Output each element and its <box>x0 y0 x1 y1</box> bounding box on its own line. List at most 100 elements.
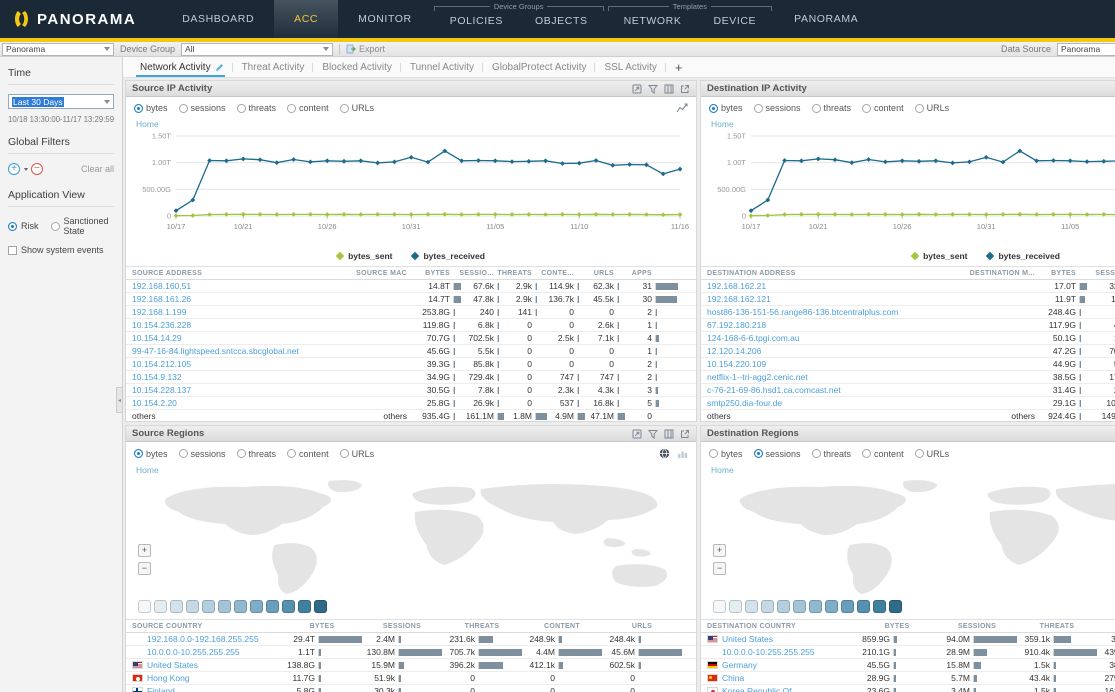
nav-item-device[interactable]: DEVICE <box>697 14 772 38</box>
color-scale-swatch[interactable] <box>154 600 167 613</box>
legend-item-bytes-sent[interactable]: bytes_sent <box>337 251 392 261</box>
row-link[interactable]: 192.168.161.26 <box>132 294 191 304</box>
color-scale-swatch[interactable] <box>266 600 279 613</box>
nav-item-network[interactable]: NETWORK <box>608 14 698 38</box>
row-link[interactable]: Hong Kong <box>147 673 190 683</box>
row-link[interactable]: 10.154.236.228 <box>132 320 191 330</box>
home-breadcrumb-link[interactable]: Home <box>126 117 696 130</box>
row-link[interactable]: 192.168.162.121 <box>707 294 771 304</box>
row-link[interactable]: 10.154.228.137 <box>132 385 191 395</box>
table-view-icon[interactable] <box>664 429 674 439</box>
color-scale-swatch[interactable] <box>218 600 231 613</box>
popout-icon[interactable] <box>680 84 690 94</box>
color-scale-swatch[interactable] <box>170 600 183 613</box>
globe-icon[interactable] <box>659 448 670 459</box>
map-zoom-in-button[interactable]: + <box>138 544 151 557</box>
row-link[interactable]: China <box>722 673 744 683</box>
row-link[interactable]: Finland <box>147 686 175 692</box>
tab-network-activity[interactable]: Network Activity <box>131 57 233 77</box>
row-link[interactable]: 192.168.1.199 <box>132 307 186 317</box>
risk-radio[interactable] <box>8 222 17 231</box>
row-link[interactable]: United States <box>147 660 198 670</box>
row-link[interactable]: netflix-1--tri-agg2.cenic.net <box>707 372 808 382</box>
color-scale-swatch[interactable] <box>761 600 774 613</box>
column-header-source-address[interactable]: SOURCE ADDRESS <box>132 270 337 277</box>
metric-radio-threats[interactable]: threats <box>237 103 277 113</box>
row-link[interactable]: 10.0.0.0-10.255.255.255 <box>722 647 815 657</box>
table-view-icon[interactable] <box>664 84 674 94</box>
metric-radio-urls[interactable]: URLs <box>340 103 375 113</box>
column-header-bytes[interactable]: BYTES <box>407 270 467 277</box>
metric-radio-sessions[interactable]: sessions <box>754 449 801 459</box>
column-header-sessio[interactable]: SESSIO... <box>1093 270 1115 277</box>
legend-item-bytes-received[interactable]: bytes_received <box>412 251 484 261</box>
row-link[interactable]: 10.154.2.20 <box>132 398 177 408</box>
add-filter-button[interactable]: + <box>8 163 20 175</box>
nav-item-dashboard[interactable]: DASHBOARD <box>162 0 274 38</box>
metric-radio-sessions[interactable]: sessions <box>179 103 226 113</box>
world-map[interactable]: +− <box>128 476 694 596</box>
column-header-source-country[interactable]: SOURCE COUNTRY <box>132 623 282 630</box>
metric-radio-sessions[interactable]: sessions <box>754 103 801 113</box>
color-scale-swatch[interactable] <box>729 600 742 613</box>
nav-item-panorama[interactable]: PANORAMA <box>774 0 878 38</box>
row-link[interactable]: 67.192.180.218 <box>707 320 766 330</box>
data-source-select[interactable]: Panorama <box>1057 43 1115 56</box>
row-link[interactable]: 10.154.220.109 <box>707 359 766 369</box>
row-link[interactable]: Korea Republic Of <box>722 686 791 692</box>
metric-radio-content[interactable]: content <box>862 103 904 113</box>
home-breadcrumb-link[interactable]: Home <box>701 463 1115 476</box>
column-header-apps[interactable]: APPS <box>631 270 679 277</box>
app-logo[interactable]: PANORAMA <box>0 0 162 38</box>
row-link[interactable]: 192.168.160.51 <box>132 281 191 291</box>
time-range-select[interactable]: Last 30 Days <box>8 94 114 109</box>
color-scale-swatch[interactable] <box>713 600 726 613</box>
row-link[interactable]: 192.168.162.21 <box>707 281 766 291</box>
column-header-urls[interactable]: URLS <box>602 623 682 630</box>
home-breadcrumb-link[interactable]: Home <box>126 463 696 476</box>
column-header-bytes[interactable]: BYTES <box>282 623 362 630</box>
color-scale-swatch[interactable] <box>202 600 215 613</box>
row-link[interactable]: Germany <box>722 660 757 670</box>
tab-globalprotect-activity[interactable]: GlobalProtect Activity <box>483 57 595 77</box>
column-header-destination-m[interactable]: DESTINATION M... <box>955 270 1035 277</box>
column-header-threats[interactable]: THREATS <box>442 623 522 630</box>
filter-icon[interactable] <box>648 84 658 94</box>
tab-threat-activity[interactable]: Threat Activity <box>233 57 314 77</box>
metric-radio-threats[interactable]: threats <box>812 103 852 113</box>
add-tab-button[interactable]: + <box>666 57 692 77</box>
logs-icon[interactable] <box>632 84 642 94</box>
row-link[interactable]: 10.154.9.132 <box>132 372 182 382</box>
tab-ssl-activity[interactable]: SSL Activity <box>595 57 665 77</box>
row-link[interactable]: smtp250.dia-four.de <box>707 398 782 408</box>
row-link[interactable]: 10.0.0.0-10.255.255.255 <box>147 647 240 657</box>
metric-radio-content[interactable]: content <box>287 449 329 459</box>
metric-radio-urls[interactable]: URLs <box>340 449 375 459</box>
color-scale-swatch[interactable] <box>282 600 295 613</box>
row-link[interactable]: 99-47-16-84.lightspeed.sntcca.sbcglobal.… <box>132 346 299 356</box>
metric-radio-sessions[interactable]: sessions <box>179 449 226 459</box>
row-link[interactable]: c-76-21-69-86.hsd1.ca.comcast.net <box>707 385 841 395</box>
color-scale-swatch[interactable] <box>298 600 311 613</box>
show-system-events-checkbox[interactable] <box>8 246 17 255</box>
home-breadcrumb-link[interactable]: Home <box>701 117 1115 130</box>
color-scale-swatch[interactable] <box>745 600 758 613</box>
color-scale-swatch[interactable] <box>186 600 199 613</box>
color-scale-swatch[interactable] <box>825 600 838 613</box>
color-scale-swatch[interactable] <box>841 600 854 613</box>
row-link[interactable]: 10.154.14.29 <box>132 333 182 343</box>
row-link[interactable]: host86-136-151-56.range86-136.btcentralp… <box>707 307 898 317</box>
column-header-conte[interactable]: CONTE... <box>549 270 591 277</box>
sanctioned-state-radio[interactable] <box>51 222 60 231</box>
color-scale-swatch[interactable] <box>809 600 822 613</box>
legend-item-bytes-received[interactable]: bytes_received <box>987 251 1059 261</box>
column-header-source-mac[interactable]: SOURCE MAC <box>337 270 407 277</box>
metric-radio-urls[interactable]: URLs <box>915 449 950 459</box>
color-scale-swatch[interactable] <box>777 600 790 613</box>
column-header-destination-address[interactable]: DESTINATION ADDRESS <box>707 270 955 277</box>
sidebar-collapse-button[interactable]: ◂ <box>116 387 123 413</box>
context-select[interactable]: Panorama <box>2 43 114 56</box>
row-link[interactable]: 124-168-6-6.tpgi.com.au <box>707 333 800 343</box>
metric-radio-content[interactable]: content <box>862 449 904 459</box>
column-header-threats[interactable]: THREATS <box>1017 623 1097 630</box>
